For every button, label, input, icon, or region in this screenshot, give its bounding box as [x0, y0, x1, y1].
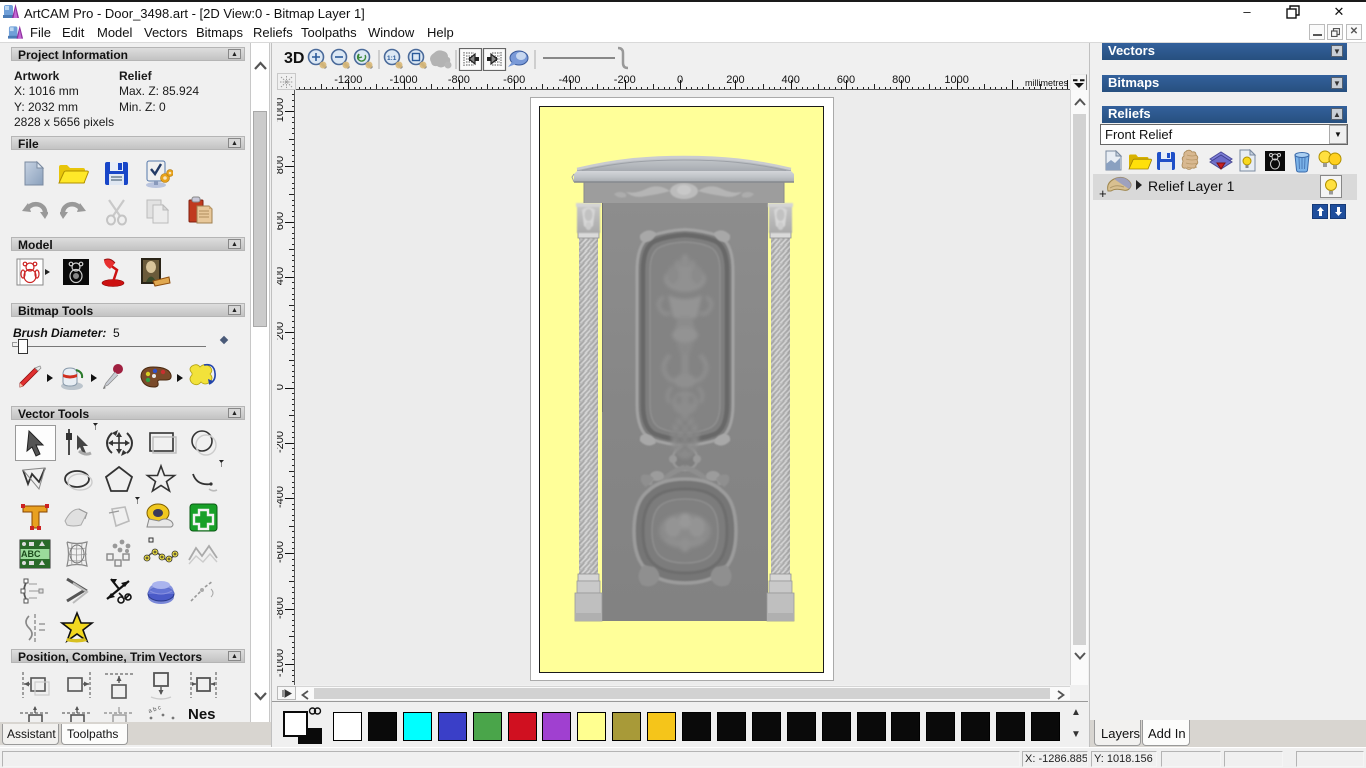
svg-text:1:1: 1:1	[387, 55, 397, 62]
svg-text:Nes: Nes	[188, 706, 216, 723]
svg-text:a b c: a b c	[148, 705, 162, 715]
svg-text:ABC: ABC	[21, 549, 41, 559]
